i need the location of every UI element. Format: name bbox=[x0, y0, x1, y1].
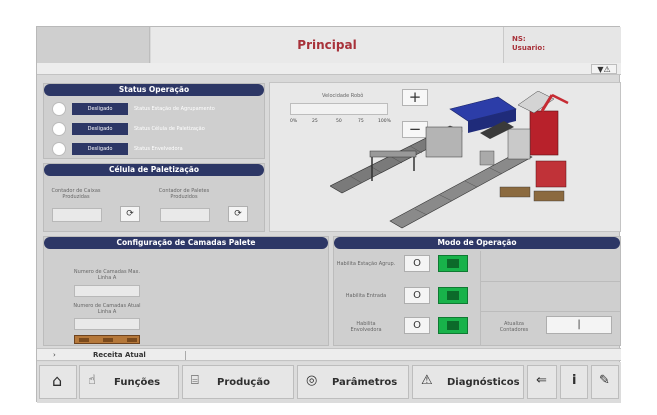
settings-button[interactable]: ✎ bbox=[591, 365, 619, 399]
pallet-layer-icon bbox=[74, 335, 140, 344]
production-button[interactable]: ⌸ Produção bbox=[182, 365, 294, 399]
cur-layers-input[interactable] bbox=[74, 318, 140, 330]
mode-label: Habilita Entrada bbox=[345, 293, 387, 299]
celula-title: Célula de Paletização bbox=[44, 164, 264, 176]
mode-toggle-off[interactable]: O bbox=[404, 317, 430, 334]
modo-panel: Modo de Operação Habilita Estação Agrup.… bbox=[333, 236, 621, 346]
update-counters-button[interactable]: | bbox=[546, 316, 612, 334]
status-label: Status Envelvedora bbox=[134, 146, 183, 152]
filter-alarm-icon[interactable]: ▼⚠ bbox=[591, 64, 617, 74]
parameters-label: Parâmetros bbox=[332, 377, 398, 388]
robot-cell-view: Velocidade Robô 0% 25 50 75 100% + − bbox=[269, 82, 621, 232]
mode-toggle-on[interactable] bbox=[438, 317, 468, 334]
mode-toggle-off[interactable]: O bbox=[404, 255, 430, 272]
update-counters-label: Atualiza Contadores bbox=[499, 321, 529, 333]
celula-panel: Célula de Paletização Contador de Caixas… bbox=[43, 163, 265, 232]
home-button[interactable]: ⌂ bbox=[39, 365, 77, 399]
functions-label: Funções bbox=[114, 377, 161, 388]
status-indicator bbox=[52, 102, 66, 116]
status-label: Status Célula de Paletização bbox=[134, 126, 205, 132]
reset-box-counter-button[interactable]: ⟳ bbox=[120, 206, 140, 222]
person-icon: i bbox=[572, 373, 577, 388]
header-left-block bbox=[37, 27, 150, 63]
functions-hand-icon: ☝ bbox=[88, 373, 96, 388]
mode-label: Habilita Envolvedora bbox=[350, 321, 382, 333]
pallet-counter-label: Contador de Paletes Produzidos bbox=[158, 188, 210, 200]
box-counter-value bbox=[52, 208, 102, 222]
status-operacao-title: Status Operação bbox=[44, 84, 264, 96]
status-state-button[interactable]: Desligado bbox=[72, 143, 128, 155]
home-icon: ⌂ bbox=[52, 371, 63, 390]
user-label: Usuario: bbox=[512, 44, 546, 52]
mode-toggle-off[interactable]: O bbox=[404, 287, 430, 304]
cur-layers-label: Numero de Camadas Atual Linha A bbox=[73, 303, 141, 315]
status-indicator bbox=[52, 122, 66, 136]
max-layers-input[interactable] bbox=[74, 285, 140, 297]
bottom-navigation: ⌂ ☝ Funções ⌸ Produção ◎ Parâmetros ⚠ Di… bbox=[37, 362, 621, 403]
recipe-expand-icon[interactable]: › bbox=[53, 351, 56, 359]
header-info-block: NS: Usuario: bbox=[503, 27, 621, 63]
palletizing-line-illustration bbox=[330, 91, 569, 229]
functions-button[interactable]: ☝ Funções bbox=[79, 365, 179, 399]
box-counter-label: Contador de Caixas Produzidas bbox=[51, 188, 101, 200]
divider bbox=[480, 251, 481, 345]
speed-tick: 25 bbox=[312, 119, 318, 124]
speed-tick: 0% bbox=[290, 119, 298, 124]
production-label: Produção bbox=[217, 377, 270, 388]
status-state-button[interactable]: Desligado bbox=[72, 123, 128, 135]
max-layers-label: Numero de Camadas Max. Linha A bbox=[73, 269, 141, 281]
pallet-counter-value bbox=[160, 208, 210, 222]
status-state-button[interactable]: Desligado bbox=[72, 103, 128, 115]
divider bbox=[480, 281, 620, 282]
header-title-block: Principal bbox=[151, 27, 503, 63]
recipe-divider bbox=[185, 351, 186, 360]
hmi-screen: Principal NS: Usuario: ▼⚠ Status Operaçã… bbox=[36, 26, 621, 403]
status-indicator bbox=[52, 142, 66, 156]
recipe-label: Receita Atual bbox=[93, 351, 146, 359]
reset-pallet-counter-button[interactable]: ⟳ bbox=[228, 206, 248, 222]
modo-title: Modo de Operação bbox=[334, 237, 620, 249]
mode-toggle-on[interactable] bbox=[438, 287, 468, 304]
wrench-icon: ✎ bbox=[599, 373, 610, 388]
camadas-panel: Configuração de Camadas Palete Numero de… bbox=[43, 236, 329, 346]
status-label: Status Estação de Agrupamento bbox=[134, 106, 215, 112]
gauge-icon: ◎ bbox=[306, 373, 318, 388]
mode-toggle-on[interactable] bbox=[438, 255, 468, 272]
factory-icon: ⌸ bbox=[191, 373, 199, 388]
diagnostics-button[interactable]: ⚠ Diagnósticos bbox=[412, 365, 524, 399]
mode-label: Habilita Estação Agrup. bbox=[336, 261, 396, 267]
camadas-title: Configuração de Camadas Palete bbox=[44, 237, 328, 249]
user-info: NS: Usuario: bbox=[512, 35, 545, 53]
divider bbox=[480, 311, 620, 312]
diagnostics-label: Diagnósticos bbox=[447, 377, 520, 388]
warning-icon: ⚠ bbox=[421, 373, 433, 388]
parameters-button[interactable]: ◎ Parâmetros bbox=[297, 365, 409, 399]
alarm-bar: ▼⚠ bbox=[37, 63, 621, 75]
ns-label: NS: bbox=[512, 35, 526, 43]
status-operacao-panel: Status Operação Desligado Status Estação… bbox=[43, 83, 265, 159]
back-arrow-icon: ⇐ bbox=[536, 373, 547, 388]
recipe-bar: › Receita Atual bbox=[37, 348, 621, 361]
user-button[interactable]: i bbox=[560, 365, 588, 399]
page-title: Principal bbox=[297, 38, 357, 52]
back-button[interactable]: ⇐ bbox=[527, 365, 557, 399]
